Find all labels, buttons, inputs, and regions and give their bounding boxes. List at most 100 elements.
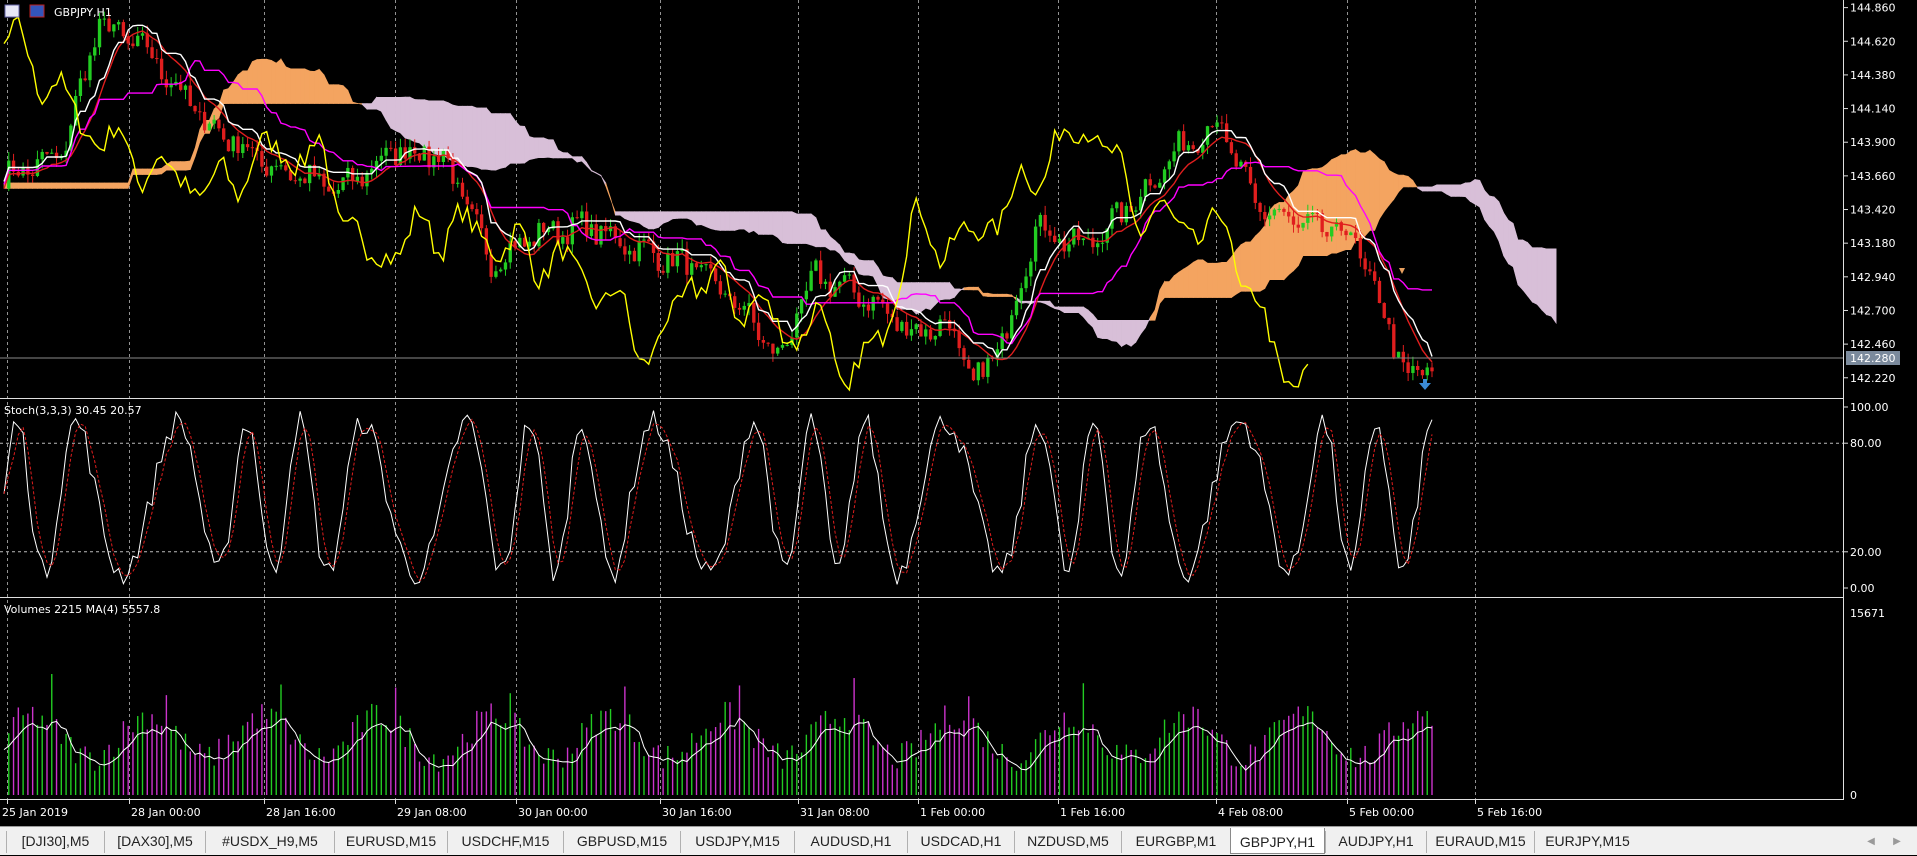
candle-body [632, 250, 637, 262]
price-tick-label: 143.660 [1850, 170, 1896, 183]
candle-body [1057, 238, 1062, 242]
candle-body [1401, 351, 1406, 363]
tab-gbpjpy-h1[interactable]: GBPJPY,H1 [1230, 828, 1325, 854]
tab-eurjpy-m15[interactable]: EURJPY,M15 [1534, 831, 1640, 853]
cloud-segment [118, 182, 124, 189]
scroll-left-icon[interactable]: ◀ [1860, 831, 1882, 853]
cloud-segment [466, 105, 473, 167]
cloud-segment [758, 211, 764, 235]
chart-area[interactable]: GBPJPY,H1 144.860 144.620 144.380 144.140 14… [0, 0, 1917, 826]
candle-body [871, 296, 875, 311]
cloud-segment [414, 99, 420, 144]
tab-eurgbp-m1[interactable]: EURGBP,M1 [1121, 831, 1230, 853]
candle-body [718, 281, 723, 295]
cloud-segment [1254, 230, 1261, 292]
cloud-segment [1001, 293, 1008, 297]
tab-dji30-m5[interactable]: [DJI30],M5 [6, 831, 104, 853]
tab-usdcad-h1[interactable]: USDCAD,H1 [907, 831, 1014, 853]
stoch-tick-label: 80.00 [1850, 437, 1882, 450]
tab-eurusd-m15[interactable]: EURUSD,M15 [334, 831, 447, 853]
chart-title: GBPJPY,H1 [54, 6, 112, 19]
cloud-segment [1278, 202, 1285, 281]
cloud-segment [519, 125, 525, 164]
candle-body [742, 305, 746, 310]
cloud-segment [1522, 239, 1528, 297]
candle-body [1358, 238, 1363, 259]
tab-nzdusd-m5[interactable]: NZDUSD,M5 [1014, 831, 1121, 853]
candle-body [389, 147, 393, 149]
cloud-segment [672, 211, 678, 220]
candle-body [1301, 222, 1305, 228]
cloud-segment [1240, 241, 1247, 292]
cloud-segment [1340, 154, 1347, 252]
candle-body [761, 340, 766, 343]
candle-body [947, 320, 952, 329]
cloud-segment [1216, 261, 1223, 298]
candle-body [479, 214, 484, 229]
candle-body [766, 342, 770, 344]
cloud-segment [1111, 320, 1118, 342]
cloud-segment [318, 68, 325, 104]
cloud-segment [390, 96, 396, 132]
cloud-segment [137, 168, 143, 175]
candle-body [542, 222, 546, 233]
candle-body [1019, 288, 1023, 301]
cloud-segment [743, 211, 750, 234]
cloud-segment [1259, 224, 1266, 292]
cloud-segment [1192, 259, 1199, 298]
cloud-segment [1455, 184, 1461, 197]
tab-dax30-m5[interactable]: [DAX30],M5 [104, 831, 205, 853]
candle-body [599, 226, 603, 245]
tab-audjpy-h1[interactable]: AUDJPY,H1 [1325, 831, 1426, 853]
tab-gbpusd-m15[interactable]: GBPUSD,M15 [563, 831, 680, 853]
candle-body [690, 263, 694, 275]
scroll-right-icon[interactable]: ▶ [1886, 831, 1908, 853]
cloud-segment [75, 182, 81, 189]
cloud-segment [1336, 154, 1342, 254]
candle-body [164, 79, 169, 88]
candle-body [1258, 202, 1262, 212]
cloud-segment [471, 105, 478, 168]
cloud-segment [1293, 184, 1299, 272]
cloud-segment [1202, 259, 1208, 298]
candle-body [1167, 161, 1171, 170]
cloud-segment [452, 104, 459, 163]
cloud-segment [538, 137, 544, 158]
cloud-segment [1307, 168, 1313, 257]
cloud-segment [615, 211, 621, 216]
candle-body [365, 172, 369, 187]
candle-body [986, 357, 990, 377]
candle-body [933, 335, 937, 340]
candle-body [202, 111, 207, 131]
candle-body [919, 324, 923, 337]
candle-body [885, 303, 890, 314]
candle-body [909, 329, 914, 336]
price-tick-label: 142.700 [1850, 304, 1896, 317]
candle-body [1177, 131, 1181, 152]
cloud-segment [543, 137, 549, 158]
candle-body [1411, 366, 1415, 373]
cloud-segment [634, 211, 640, 224]
candle-body [207, 123, 212, 131]
cloud-segment [1221, 262, 1227, 298]
candle-body [188, 85, 192, 106]
tab-euraud-m15[interactable]: EURAUD,M15 [1426, 831, 1534, 853]
price-tick-label: 144.140 [1850, 103, 1896, 116]
candle-body [637, 240, 641, 262]
tab-usdjpy-m15[interactable]: USDJPY,M15 [680, 831, 794, 853]
candle-body [981, 362, 985, 377]
cloud-segment [223, 88, 229, 104]
time-tick-label: 30 Jan 16:00 [662, 806, 732, 819]
candle-body [866, 304, 871, 311]
candle-body [823, 281, 828, 284]
cloud-segment [304, 68, 310, 104]
candle-body [675, 251, 680, 267]
tab-audusd-h1[interactable]: AUDUSD,H1 [794, 831, 907, 853]
tab-usdx-h9-m5[interactable]: #USDX_H9,M5 [205, 831, 334, 853]
candle-body [1272, 209, 1277, 216]
cloud-segment [1226, 255, 1232, 298]
candle-body [1387, 317, 1391, 325]
candle-body [379, 155, 383, 161]
tab-usdchf-m15[interactable]: USDCHF,M15 [447, 831, 563, 853]
cloud-segment [643, 211, 650, 230]
